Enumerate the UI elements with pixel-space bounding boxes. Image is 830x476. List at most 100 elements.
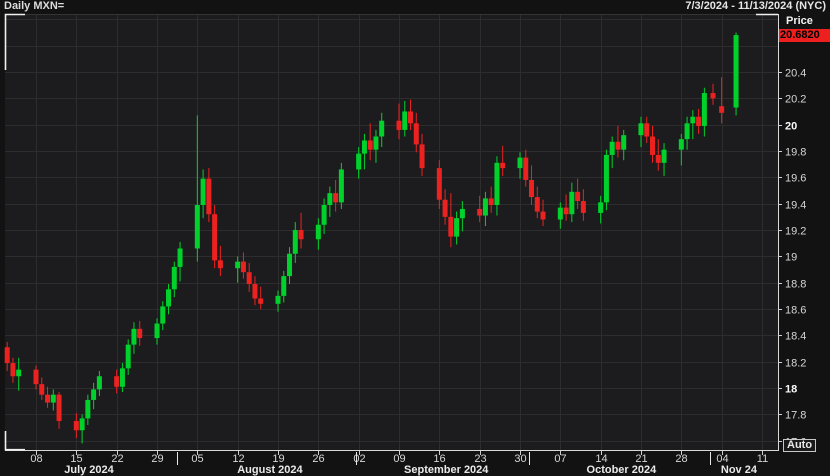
- candle: [339, 163, 344, 209]
- candle: [155, 318, 160, 344]
- day-tick-label: 29: [151, 453, 163, 465]
- candle: [685, 117, 690, 150]
- price-tick-label: 19.4: [785, 200, 806, 212]
- candle: [281, 271, 286, 303]
- candle: [437, 160, 442, 209]
- candle: [160, 301, 165, 330]
- candle: [120, 363, 125, 392]
- time-axis[interactable]: 08152229051219260209162330071421280411Ju…: [30, 451, 768, 476]
- candle: [85, 395, 90, 425]
- candle: [460, 201, 465, 231]
- candle: [247, 263, 252, 292]
- candle: [322, 198, 327, 234]
- candle: [621, 130, 626, 160]
- candle: [333, 180, 338, 212]
- candle: [615, 126, 620, 158]
- candles-layer: [5, 32, 739, 443]
- candle: [201, 169, 206, 218]
- month-label: October 2024: [587, 464, 658, 476]
- month-label: Nov 24: [721, 464, 758, 476]
- last-price-badge[interactable]: 20.6820: [779, 29, 830, 42]
- candle: [564, 194, 569, 220]
- candle: [252, 276, 257, 305]
- candle: [650, 126, 655, 163]
- candle: [91, 383, 96, 409]
- candle: [178, 242, 183, 282]
- price-axis[interactable]: 20.420.22019.819.619.419.21918.818.618.4…: [778, 68, 806, 449]
- price-tick-label: 19.8: [785, 147, 806, 159]
- candle: [517, 152, 522, 178]
- candle: [541, 200, 546, 226]
- candle: [10, 358, 15, 383]
- price-axis-title: Price: [786, 15, 813, 27]
- candle: [275, 291, 280, 312]
- candle: [494, 156, 499, 215]
- candle: [719, 77, 724, 123]
- candle: [402, 101, 407, 137]
- candle: [97, 371, 102, 396]
- candle: [195, 115, 200, 261]
- candle: [39, 378, 44, 400]
- candlestick-chart[interactable]: 20.420.22019.819.619.419.21918.818.618.4…: [0, 0, 830, 476]
- candle: [638, 117, 643, 147]
- candle: [362, 134, 367, 170]
- day-tick-label: 26: [312, 453, 324, 465]
- candle: [218, 246, 223, 276]
- candle: [581, 189, 586, 221]
- candle: [558, 202, 563, 228]
- candle: [126, 339, 131, 375]
- corner-bracket-bottom-left: [6, 431, 26, 450]
- price-tick-label: 20.4: [785, 68, 806, 80]
- candle: [523, 150, 528, 187]
- candle: [258, 287, 263, 309]
- candle: [299, 213, 304, 249]
- candle: [734, 32, 739, 115]
- candle: [448, 193, 453, 247]
- chart-window: Daily MXN= 7/3/2024 - 11/13/2024 (NYC) 2…: [0, 0, 830, 476]
- candle: [529, 165, 534, 205]
- candle: [379, 113, 384, 147]
- candle: [34, 366, 39, 390]
- day-tick-label: 28: [675, 453, 687, 465]
- candle: [702, 88, 707, 137]
- day-tick-label: 05: [191, 453, 203, 465]
- month-label: August 2024: [237, 464, 303, 476]
- price-tick-label: 18.2: [785, 358, 806, 370]
- candle: [604, 150, 609, 211]
- price-tick-label: 20.2: [785, 94, 806, 106]
- candle: [373, 130, 378, 163]
- candle: [454, 212, 459, 245]
- candle: [80, 414, 85, 443]
- candle: [414, 113, 419, 153]
- candle: [443, 189, 448, 225]
- auto-scale-button[interactable]: Auto: [783, 439, 816, 452]
- candle: [51, 389, 56, 410]
- candle: [172, 262, 177, 298]
- candle: [57, 392, 62, 429]
- candle: [327, 187, 332, 217]
- price-tick-label: 18.4: [785, 331, 806, 343]
- price-tick-label: 18.8: [785, 279, 806, 291]
- candle: [489, 187, 494, 213]
- price-tick-label: 17.8: [785, 410, 806, 422]
- day-tick-label: 02: [353, 453, 365, 465]
- candle: [696, 109, 701, 134]
- day-tick-label: 07: [554, 453, 566, 465]
- price-tick-label: 20: [785, 121, 797, 133]
- price-tick-label: 18.6: [785, 305, 806, 317]
- corner-bracket-top-left: [6, 15, 26, 71]
- candle: [5, 342, 10, 371]
- candle: [477, 196, 482, 222]
- candle: [137, 321, 142, 346]
- candle: [711, 84, 716, 105]
- price-tick-label: 18: [785, 384, 797, 396]
- candle: [396, 104, 401, 140]
- day-tick-label: 11: [757, 453, 768, 465]
- month-label: September 2024: [404, 464, 489, 476]
- candle: [206, 168, 211, 222]
- candle: [212, 205, 217, 268]
- price-tick-label: 19: [785, 252, 797, 264]
- candle: [74, 413, 79, 438]
- candle: [483, 192, 488, 226]
- day-tick-label: 08: [30, 453, 42, 465]
